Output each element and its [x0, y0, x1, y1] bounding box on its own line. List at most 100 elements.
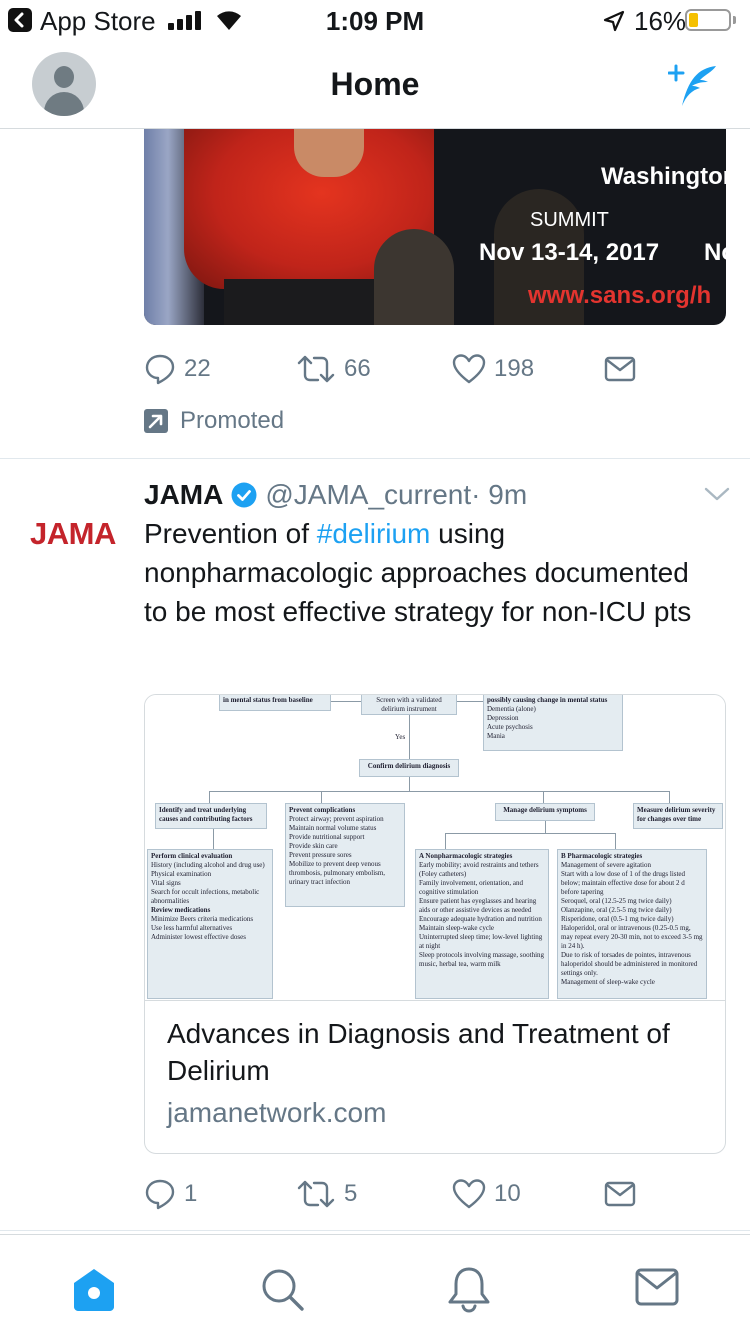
tab-search[interactable] — [258, 1265, 308, 1315]
fc-text: Family involvement, orientation, and cog… — [419, 879, 524, 896]
fc-text: Manage delirium symptoms — [503, 806, 587, 814]
media-url-text: www.sans.org/h — [528, 282, 712, 309]
fc-box: possibly causing change in mental status… — [483, 695, 623, 751]
fc-line — [445, 833, 615, 834]
fc-text: Ensure patient has eyeglasses and hearin… — [419, 897, 537, 914]
fc-text: Maintain normal volume status — [289, 824, 377, 832]
bell-icon — [448, 1267, 490, 1313]
fc-line — [331, 701, 361, 702]
fc-box: Manage delirium symptoms — [495, 803, 595, 821]
tweet2-header: JAMA @JAMA_current · 9m — [144, 477, 527, 513]
fc-line — [457, 701, 483, 702]
fc-text: Sleep protocols involving massage, sooth… — [419, 951, 545, 968]
fc-text: Depression — [487, 714, 519, 722]
dm-share-button[interactable] — [604, 1176, 644, 1212]
fc-box: in mental status from baseline — [219, 695, 331, 711]
tweet-timestamp: · 9m — [471, 479, 528, 510]
retweet-button[interactable]: 66 — [296, 351, 371, 387]
retweet-count: 5 — [344, 1180, 358, 1207]
tab-messages[interactable] — [634, 1265, 684, 1315]
link-preview-card[interactable]: in mental status from baseline Screen wi… — [144, 694, 726, 1154]
battery-tip — [733, 16, 736, 24]
like-count: 10 — [494, 1180, 521, 1207]
fc-yes-label: Yes — [395, 733, 406, 741]
fc-text: Mobilize to prevent deep venous thrombos… — [289, 860, 386, 886]
tweet-text: Prevention of #delirium using nonpharmac… — [144, 514, 704, 631]
battery-percent: 16% — [634, 6, 687, 36]
tweet-divider — [0, 458, 750, 459]
fc-text: Confirm delirium diagnosis — [367, 762, 451, 770]
media-dates-text: Nov 13-14, 2017 — [479, 239, 660, 266]
author-handle[interactable]: @JAMA_current — [265, 479, 471, 511]
fc-line — [543, 791, 544, 803]
dm-share-button[interactable] — [604, 351, 644, 387]
fc-box: A Nonpharmacologic strategies Early mobil… — [415, 849, 549, 999]
fc-text: Physical examination — [151, 870, 212, 878]
heart-icon — [452, 354, 486, 384]
page-title: Home — [330, 66, 420, 102]
retweet-count: 66 — [344, 355, 371, 382]
home-icon — [74, 1269, 114, 1311]
fc-text: Search for occult infections, metabolic … — [151, 888, 260, 905]
tab-notifications[interactable] — [445, 1265, 495, 1315]
fc-box: Screen with a validated delirium instrum… — [361, 695, 457, 715]
fc-text: Measure delirium severity for changes ov… — [637, 806, 716, 823]
card-title[interactable]: Advances in Diagnosis and Treatment of D… — [167, 1015, 707, 1089]
fc-text: Acute psychosis — [487, 723, 533, 731]
jama-avatar-logo[interactable]: JAMA — [30, 516, 116, 552]
tweet1-action-bar: 22 66 198 — [144, 351, 644, 387]
tweet-text-part: Prevention of — [144, 518, 317, 549]
like-button[interactable]: 10 — [452, 1176, 521, 1212]
fc-text: Nonpharmacologic strategies — [425, 852, 513, 860]
fc-text: in mental status from baseline — [223, 696, 313, 704]
compose-tweet-icon[interactable] — [668, 62, 720, 110]
like-button[interactable]: 198 — [452, 351, 534, 387]
fc-text: Mania — [487, 732, 505, 740]
fc-text: Provide skin care — [289, 842, 338, 850]
reply-count: 22 — [184, 355, 211, 382]
heart-icon — [452, 1179, 486, 1209]
retweet-button[interactable]: 5 — [296, 1176, 357, 1212]
fc-line — [209, 791, 669, 792]
media-dates-next-text: No — [704, 239, 726, 266]
fc-text: History (including alcohol and drug use) — [151, 861, 265, 869]
fc-text: Pharmacologic strategies — [567, 852, 643, 860]
retweet-icon — [297, 1180, 335, 1208]
promoted-tweet-media[interactable]: Washington SUMMIT Nov 13-14, 2017 No www… — [144, 129, 726, 325]
author-name[interactable]: JAMA — [144, 479, 223, 511]
fc-line — [409, 715, 410, 759]
fc-text: Olanzapine, oral (2.5-5 mg twice daily) — [561, 906, 672, 914]
tweet2-action-bar: 1 5 10 — [144, 1176, 644, 1212]
fc-text: B — [561, 852, 566, 860]
fc-text: Provide nutritional support — [289, 833, 365, 841]
fc-line — [545, 821, 546, 833]
status-bar: App Store 1:09 PM 16% — [0, 0, 750, 40]
chevron-down-icon[interactable] — [704, 486, 730, 502]
fc-text: Review medications — [151, 906, 211, 914]
fc-text: Dementia (alone) — [487, 705, 536, 713]
location-arrow-icon — [603, 10, 625, 32]
mail-icon — [635, 1268, 679, 1306]
fc-text: Administer lowest effective doses — [151, 933, 246, 941]
fc-text: Management of sleep-wake cycle — [561, 978, 655, 986]
fc-line — [321, 791, 322, 803]
fc-line — [445, 833, 446, 849]
fc-text: Seroquel, oral (12.5-25 mg twice daily) — [561, 897, 672, 905]
card-domain: jamanetwork.com — [167, 1097, 387, 1128]
fc-line — [209, 791, 210, 803]
reply-button[interactable]: 1 — [144, 1176, 197, 1212]
fc-text: Identify and treat underlying causes and… — [159, 806, 253, 823]
fc-line — [669, 791, 670, 803]
fc-text: Vital signs — [151, 879, 181, 887]
reply-count: 1 — [184, 1180, 198, 1207]
fc-text: possibly causing change in mental status — [487, 696, 608, 704]
promoted-label: Promoted — [144, 405, 284, 437]
fc-text: Haloperidol, oral or intravenous (0.25-0… — [561, 924, 703, 950]
mail-icon — [604, 356, 636, 382]
reply-button[interactable]: 22 — [144, 351, 211, 387]
hashtag-link[interactable]: #delirium — [317, 518, 431, 549]
battery-icon — [685, 9, 731, 31]
tab-home[interactable] — [70, 1265, 120, 1315]
fc-box: Identify and treat underlying causes and… — [155, 803, 267, 829]
like-count: 198 — [494, 355, 535, 382]
